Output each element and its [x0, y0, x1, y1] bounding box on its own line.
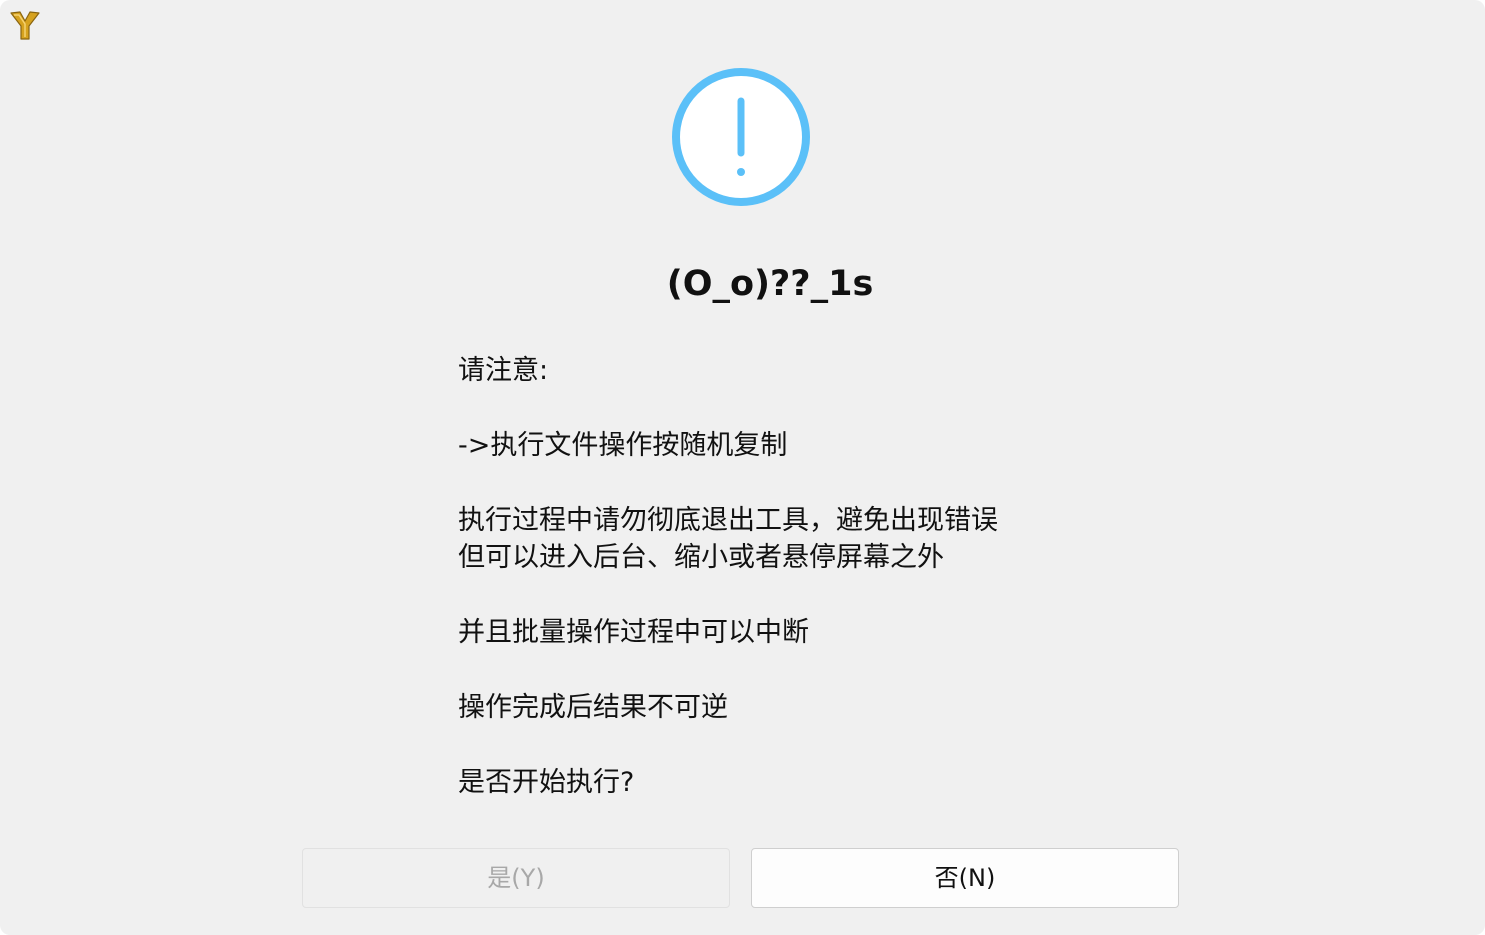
message-line: ->执行文件操作按随机复制: [458, 430, 788, 461]
message-line: 请注意:: [458, 355, 549, 386]
yes-button[interactable]: 是(Y): [302, 848, 730, 908]
message-line: 操作完成后结果不可逆: [458, 692, 728, 723]
message-line: 是否开始执行?: [458, 767, 635, 798]
message-line: 但可以进入后台、缩小或者悬停屏幕之外: [458, 542, 944, 573]
confirm-dialog: (O_o)??_1s 请注意: ->执行文件操作按随机复制 执行过程中请勿彻底退…: [0, 0, 1485, 935]
exclamation-circle-icon: [672, 68, 810, 206]
message-line: 并且批量操作过程中可以中断: [458, 617, 809, 648]
message-line: 执行过程中请勿彻底退出工具，避免出现错误: [458, 505, 998, 536]
y-logo-icon: [10, 11, 40, 40]
no-button[interactable]: 否(N): [751, 848, 1179, 908]
dialog-title: (O_o)??_1s: [666, 264, 874, 304]
